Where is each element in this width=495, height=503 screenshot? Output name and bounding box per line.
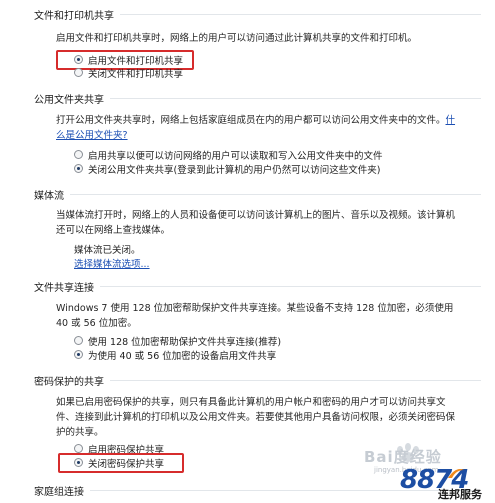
radio-disable-public-folder[interactable]: 关闭公用文件夹共享(登录到此计算机的用户仍然可以访问这些文件夹) xyxy=(74,162,381,176)
radio-128-bit-encryption[interactable]: 使用 128 位加密帮助保护文件共享连接(推荐) xyxy=(74,334,282,348)
option-label: 使用 128 位加密帮助保护文件共享连接(推荐) xyxy=(88,336,282,348)
radio-button-selected[interactable] xyxy=(74,458,83,467)
file-printer-description: 启用文件和打印机共享时，网络上的用户可以访问通过此计算机共享的文件和打印机。 xyxy=(56,33,418,44)
radio-button[interactable] xyxy=(74,68,83,77)
section-title: 公用文件夹共享 xyxy=(34,94,104,106)
section-header-file-printer: 文件和打印机共享 xyxy=(34,6,481,22)
radio-40-56-bit-encryption[interactable]: 为使用 40 或 56 位加密的设备启用文件共享 xyxy=(74,348,277,362)
option-label: 关闭密码保护共享 xyxy=(88,458,165,470)
radio-disable-password-sharing[interactable]: 关闭密码保护共享 xyxy=(74,456,165,470)
site-watermark-logo: Bai度经验 jingyan.baidu.com 8874 连邦服务 xyxy=(364,440,494,501)
section-title: 文件共享连接 xyxy=(34,282,94,294)
section-divider xyxy=(100,286,481,287)
section-divider xyxy=(110,98,481,99)
option-label: 启用文件和打印机共享 xyxy=(88,55,184,67)
choose-media-stream-options-link[interactable]: 选择媒体流选项... xyxy=(74,259,150,270)
option-label: 启用共享以便可以访问网络的用户可以读取和写入公用文件夹中的文件 xyxy=(88,150,383,162)
radio-button-selected[interactable] xyxy=(74,350,83,359)
section-header-public-folder: 公用文件夹共享 xyxy=(34,90,481,106)
network-sharing-settings-panel: 文件和打印机共享 启用文件和打印机共享时，网络上的用户可以访问通过此计算机共享的… xyxy=(0,0,495,502)
radio-enable-file-printer[interactable]: 启用文件和打印机共享 xyxy=(74,53,184,67)
media-stream-description: 当媒体流打开时，网络上的人员和设备便可以访问该计算机上的图片、音乐以及视频。该计… xyxy=(56,210,456,236)
media-stream-options-link-row: 选择媒体流选项... xyxy=(74,256,150,270)
section-header-media-stream: 媒体流 xyxy=(34,186,481,202)
section-divider xyxy=(70,194,481,195)
section-title: 文件和打印机共享 xyxy=(34,10,114,22)
radio-disable-file-printer[interactable]: 关闭文件和打印机共享 xyxy=(74,66,184,80)
site-logo-text: Bai度经验 xyxy=(364,448,442,466)
section-divider xyxy=(110,380,481,381)
section-header-password-protected-sharing: 密码保护的共享 xyxy=(34,372,481,388)
section-title: 家庭组连接 xyxy=(34,486,84,498)
option-label: 关闭公用文件夹共享(登录到此计算机的用户仍然可以访问这些文件夹) xyxy=(88,164,381,176)
file-sharing-connections-description: Windows 7 使用 128 位加密帮助保护文件共享连接。某些设备不支持 1… xyxy=(56,303,454,329)
section-header-file-sharing-connections: 文件共享连接 xyxy=(34,278,481,294)
radio-button-selected[interactable] xyxy=(74,55,83,64)
radio-button[interactable] xyxy=(74,150,83,159)
radio-button[interactable] xyxy=(74,336,83,345)
option-label: 为使用 40 或 56 位加密的设备启用文件共享 xyxy=(88,350,277,362)
section-divider xyxy=(120,14,481,15)
option-label: 关闭文件和打印机共享 xyxy=(88,68,184,80)
section-title: 媒体流 xyxy=(34,190,64,202)
section-title: 密码保护的共享 xyxy=(34,376,104,388)
media-stream-status: 媒体流已关闭。 xyxy=(74,245,141,256)
password-sharing-description: 如果已启用密码保护的共享，则只有具备此计算机的用户帐户和密码的用户才可以访问共享… xyxy=(56,397,456,438)
brand-swoosh-icon xyxy=(448,469,464,478)
radio-button-selected[interactable] xyxy=(74,164,83,173)
description-text: 打开公用文件夹共享时，网络上包括家庭组成员在内的用户都可以访问公用文件夹中的文件… xyxy=(56,115,446,126)
radio-button[interactable] xyxy=(74,444,83,453)
public-folder-description: 打开公用文件夹共享时，网络上包括家庭组成员在内的用户都可以访问公用文件夹中的文件… xyxy=(56,113,457,143)
radio-enable-public-folder[interactable]: 启用共享以便可以访问网络的用户可以读取和写入公用文件夹中的文件 xyxy=(74,148,383,162)
